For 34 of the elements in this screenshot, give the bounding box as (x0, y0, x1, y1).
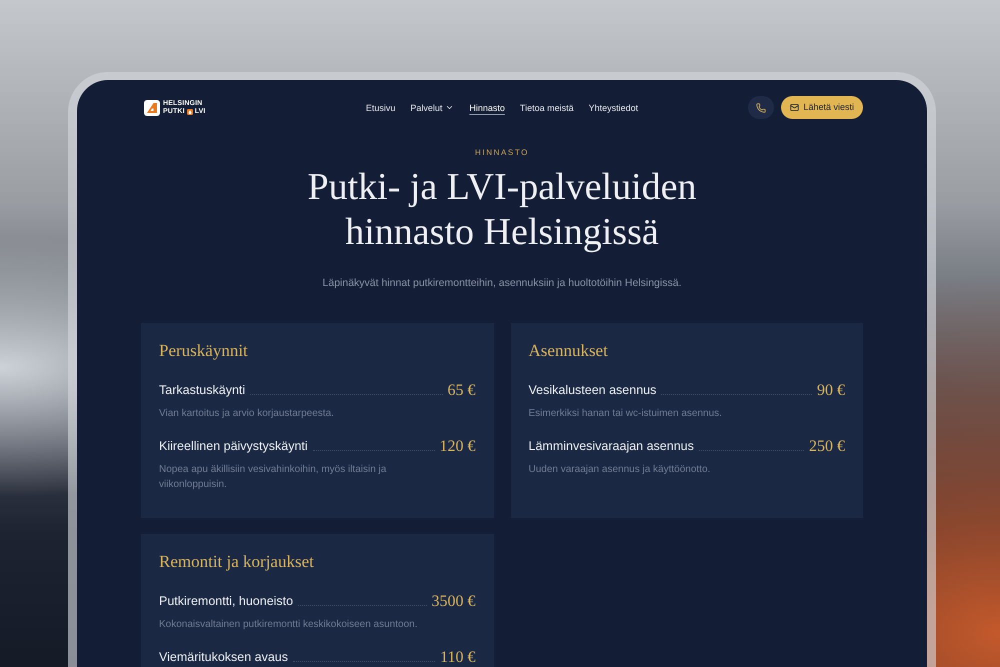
service-description: Nopea apu äkillisiin vesivahinkoihin, myös iltaisin ja viikonloppuisin. (159, 463, 388, 492)
page-subtitle: Läpinäkyvät hinnat putkiremontteihin, asennuksiin ja huoltotöihin Helsingissä. (322, 276, 682, 290)
nav-link[interactable]: Tietoa meistä (520, 100, 574, 114)
service-name: Putkiremontti, huoneisto (159, 593, 294, 610)
price: 110 € (440, 649, 476, 666)
service-description: Uuden varaajan asennus ja käyttöönotto. (528, 463, 712, 477)
service-name: Lämminvesivaraajan asennus (528, 438, 694, 455)
service-name: Tarkastuskäynti (159, 382, 246, 399)
price: 120 € (440, 438, 476, 455)
card-title: Peruskäynnit (159, 340, 249, 362)
nav-link[interactable]: Hinnasto (469, 100, 505, 114)
price: 3500 € (432, 593, 476, 610)
phone-icon (756, 102, 766, 112)
nav-link[interactable]: Yhteystiedot (588, 100, 638, 114)
nav-link[interactable]: Etusivu (366, 100, 396, 114)
service-description: Vian kartoitus ja arvio korjaustarpeesta. (159, 407, 335, 421)
logo-icon (144, 100, 160, 116)
send-message-button[interactable]: Lähetä viesti (781, 96, 863, 119)
eyebrow-label: HINNASTO (475, 148, 529, 158)
card-title: Remontit ja korjaukset (159, 551, 315, 573)
mail-icon (790, 103, 800, 112)
nav-link[interactable]: Palvelut (410, 100, 454, 114)
drop-icon (186, 108, 193, 114)
service-name: Viemäritukoksen avaus (159, 649, 288, 666)
price: 90 € (817, 382, 845, 399)
service-description: Kokonaisvaltainen putkiremontti keskikokoiseen asuntoon. (159, 618, 418, 632)
service-name: Kiireellinen päivystyskäynti (159, 438, 308, 455)
phone-button[interactable] (748, 96, 774, 119)
service-description: Esimerkiksi hanan tai wc-istuimen asennus. (528, 407, 723, 421)
service-name: Vesikalusteen asennus (528, 382, 656, 399)
card-title: Asennukset (528, 340, 609, 362)
price: 65 € (448, 382, 476, 399)
page-title: Putki- ja LVI-palveluiden hinnasto Helsingissä (306, 165, 698, 255)
price: 250 € (809, 438, 845, 455)
